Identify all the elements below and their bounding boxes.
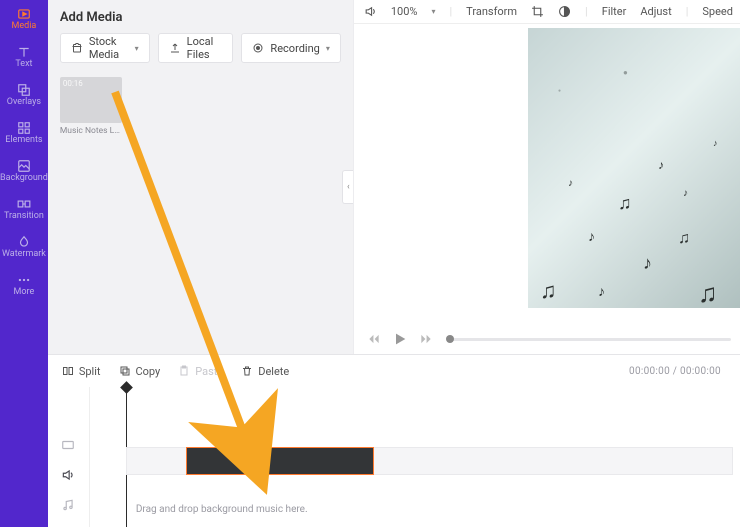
audio-track-icon[interactable] [60, 467, 76, 483]
sidebar-item-label: Background [0, 174, 48, 183]
sidebar-item-text[interactable]: Text [0, 38, 48, 76]
sidebar-item-label: Watermark [2, 250, 46, 259]
delete-button[interactable]: Delete [241, 365, 289, 378]
sidebar-item-watermark[interactable]: Watermark [0, 228, 48, 266]
volume-icon[interactable] [364, 5, 377, 18]
rewind-button[interactable] [366, 331, 382, 347]
media-clip[interactable]: 00:16 Music Notes Loop Back... [60, 77, 122, 136]
split-icon [62, 365, 74, 377]
chevron-down-icon: ▾ [135, 44, 139, 53]
speed-button[interactable]: Speed [702, 5, 733, 18]
sidebar-item-label: Text [15, 60, 32, 69]
record-icon [252, 42, 264, 54]
video-track-icon[interactable] [60, 437, 76, 453]
local-files-label: Local Files [187, 35, 223, 61]
preview-panel: 100%▾ | Transform | Filter Adjust | Spee… [353, 0, 740, 354]
copy-button[interactable]: Copy [119, 365, 161, 378]
watermark-icon [17, 235, 31, 249]
timeline-tracks[interactable]: Drag and drop background music here. [90, 387, 740, 527]
music-track-hint: Drag and drop background music here. [136, 504, 308, 515]
local-files-button[interactable]: Local Files [158, 33, 234, 63]
track-icons [48, 387, 90, 527]
adjust-button[interactable]: Adjust [640, 5, 671, 18]
sidebar-item-label: Media [12, 22, 37, 31]
seek-bar[interactable] [448, 338, 731, 341]
clip-name: Music Notes Loop Back... [60, 126, 122, 136]
sidebar-item-overlays[interactable]: Overlays [0, 76, 48, 114]
sidebar-item-more[interactable]: More [0, 266, 48, 304]
elements-icon [17, 121, 31, 135]
text-icon [17, 45, 31, 59]
timeline-panel: Split Copy Paste Delete 00:00:00 / 00:00… [48, 354, 740, 527]
background-icon [17, 159, 31, 173]
media-icon [17, 7, 31, 21]
preview-controls [354, 324, 740, 354]
paste-button: Paste [178, 365, 223, 378]
sidebar-item-elements[interactable]: Elements [0, 114, 48, 152]
zoom-level[interactable]: 100% [391, 5, 418, 18]
sidebar-item-background[interactable]: Background [0, 152, 48, 190]
sidebar-item-label: Overlays [7, 98, 41, 107]
timeline-timecode: 00:00:00 / 00:00:00 [629, 366, 729, 377]
paste-icon [178, 365, 190, 377]
recording-label: Recording [270, 42, 319, 55]
contrast-icon[interactable] [558, 5, 571, 18]
copy-icon [119, 365, 131, 377]
delete-icon [241, 365, 253, 377]
sidebar-item-label: Transition [4, 212, 44, 221]
preview-stage: ♫ ♪ ♫ ♪ ♪ ♫ ♫ ♪ ♪ ♪ ♪ ● ● [354, 24, 740, 324]
split-button[interactable]: Split [62, 365, 101, 378]
transform-button[interactable]: Transform [466, 5, 517, 18]
dropped-audio-clip[interactable] [186, 447, 374, 475]
panel-title: Add Media [48, 0, 353, 33]
sidebar-item-transition[interactable]: Transition [0, 190, 48, 228]
chevron-down-icon: ▾ [326, 44, 330, 53]
chevron-down-icon: ▾ [431, 7, 435, 16]
music-track-icon[interactable] [60, 497, 76, 513]
clip-duration: 00:16 [63, 79, 83, 88]
recording-button[interactable]: Recording ▾ [241, 33, 340, 63]
stock-media-label: Stock Media [89, 35, 129, 61]
timeline-toolbar: Split Copy Paste Delete 00:00:00 / 00:00… [48, 355, 740, 387]
crop-icon[interactable] [531, 5, 544, 18]
left-sidebar: Media Text Overlays Elements Background … [0, 0, 48, 527]
stock-media-button[interactable]: Stock Media ▾ [60, 33, 150, 63]
stock-icon [71, 42, 83, 54]
forward-button[interactable] [418, 331, 434, 347]
more-icon [17, 273, 31, 287]
preview-frame[interactable]: ♫ ♪ ♫ ♪ ♪ ♫ ♫ ♪ ♪ ♪ ♪ ● ● [528, 28, 740, 308]
transition-icon [17, 197, 31, 211]
sidebar-item-label: Elements [5, 136, 42, 145]
media-panel: Add Media Stock Media ▾ Local Files Reco… [48, 0, 353, 354]
filter-button[interactable]: Filter [602, 5, 627, 18]
upload-icon [169, 42, 181, 54]
sidebar-item-label: More [14, 288, 35, 297]
preview-toolbar: 100%▾ | Transform | Filter Adjust | Spee… [354, 0, 740, 24]
main-area: Add Media Stock Media ▾ Local Files Reco… [48, 0, 740, 527]
sidebar-item-media[interactable]: Media [0, 0, 48, 38]
play-button[interactable] [392, 331, 408, 347]
overlays-icon [17, 83, 31, 97]
clip-thumbnail: 00:16 [60, 77, 122, 123]
